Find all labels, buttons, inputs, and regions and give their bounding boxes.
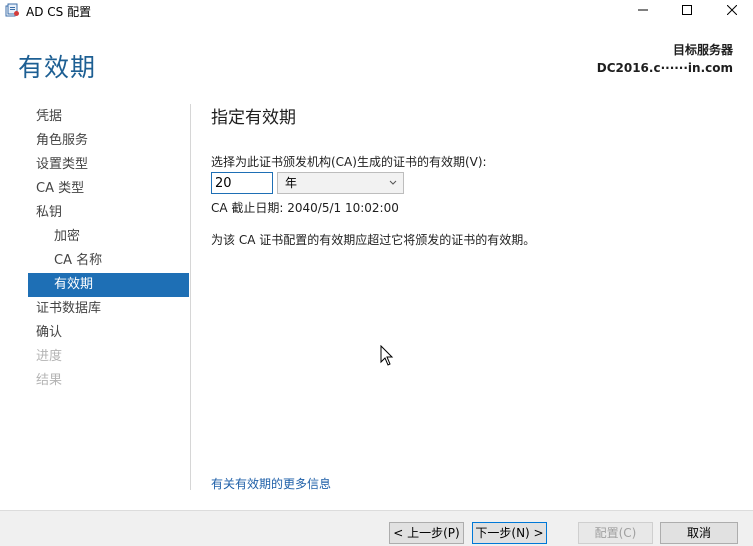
close-button[interactable]: [709, 0, 753, 20]
cancel-button[interactable]: 取消: [660, 522, 738, 544]
nav-item-confirmation[interactable]: 确认: [28, 321, 189, 345]
certificate-server-icon: [5, 3, 19, 17]
wizard-nav: 凭据 角色服务 设置类型 CA 类型 私钥 加密 CA 名称 有效期 证书数据库…: [28, 105, 189, 393]
nav-item-certificate-database[interactable]: 证书数据库: [28, 297, 189, 321]
validity-unit-dropdown[interactable]: 年: [277, 172, 404, 194]
close-icon: [727, 5, 737, 15]
validity-unit-value: 年: [285, 176, 298, 190]
validity-period-input[interactable]: [211, 172, 273, 194]
mouse-cursor-icon: [380, 345, 394, 366]
title-bar: AD CS 配置: [0, 0, 753, 20]
wizard-footer: < 上一步(P) 下一步(N) > 配置(C) 取消: [0, 510, 753, 546]
minimize-icon: [638, 9, 648, 11]
nav-item-credentials[interactable]: 凭据: [28, 105, 189, 129]
window-title: AD CS 配置: [26, 5, 92, 19]
nav-item-role-services[interactable]: 角色服务: [28, 129, 189, 153]
validity-prompt-label: 选择为此证书颁发机构(CA)生成的证书的有效期(V):: [211, 155, 487, 169]
target-server-label: 目标服务器: [672, 43, 733, 57]
validity-note: 为该 CA 证书配置的有效期应超过它将颁发的证书的有效期。: [211, 233, 536, 247]
ca-expiry-date: CA 截止日期: 2040/5/1 10:02:00: [211, 201, 399, 215]
nav-item-cryptography[interactable]: 加密: [28, 225, 189, 249]
nav-item-results: 结果: [36, 373, 63, 388]
nav-item-setup-type[interactable]: 设置类型: [28, 153, 189, 177]
nav-item-ca-type[interactable]: CA 类型: [28, 177, 189, 201]
configure-button: 配置(C): [578, 522, 653, 544]
chevron-down-icon: [389, 180, 397, 185]
previous-button[interactable]: < 上一步(P): [389, 522, 464, 544]
section-title: 指定有效期: [211, 108, 296, 128]
nav-divider: [190, 104, 191, 490]
more-info-link[interactable]: 有关有效期的更多信息: [211, 475, 331, 492]
nav-item-progress: 进度: [36, 349, 63, 364]
nav-item-ca-name[interactable]: CA 名称: [28, 249, 189, 273]
nav-item-private-key[interactable]: 私钥: [28, 201, 189, 225]
target-server-name: DC2016.c······in.com: [596, 61, 733, 75]
next-button[interactable]: 下一步(N) >: [472, 522, 547, 544]
page-title: 有效期: [18, 53, 97, 82]
maximize-icon: [682, 5, 692, 15]
nav-item-validity-period[interactable]: 有效期: [28, 273, 189, 297]
minimize-button[interactable]: [620, 0, 666, 20]
maximize-button[interactable]: [664, 0, 710, 20]
